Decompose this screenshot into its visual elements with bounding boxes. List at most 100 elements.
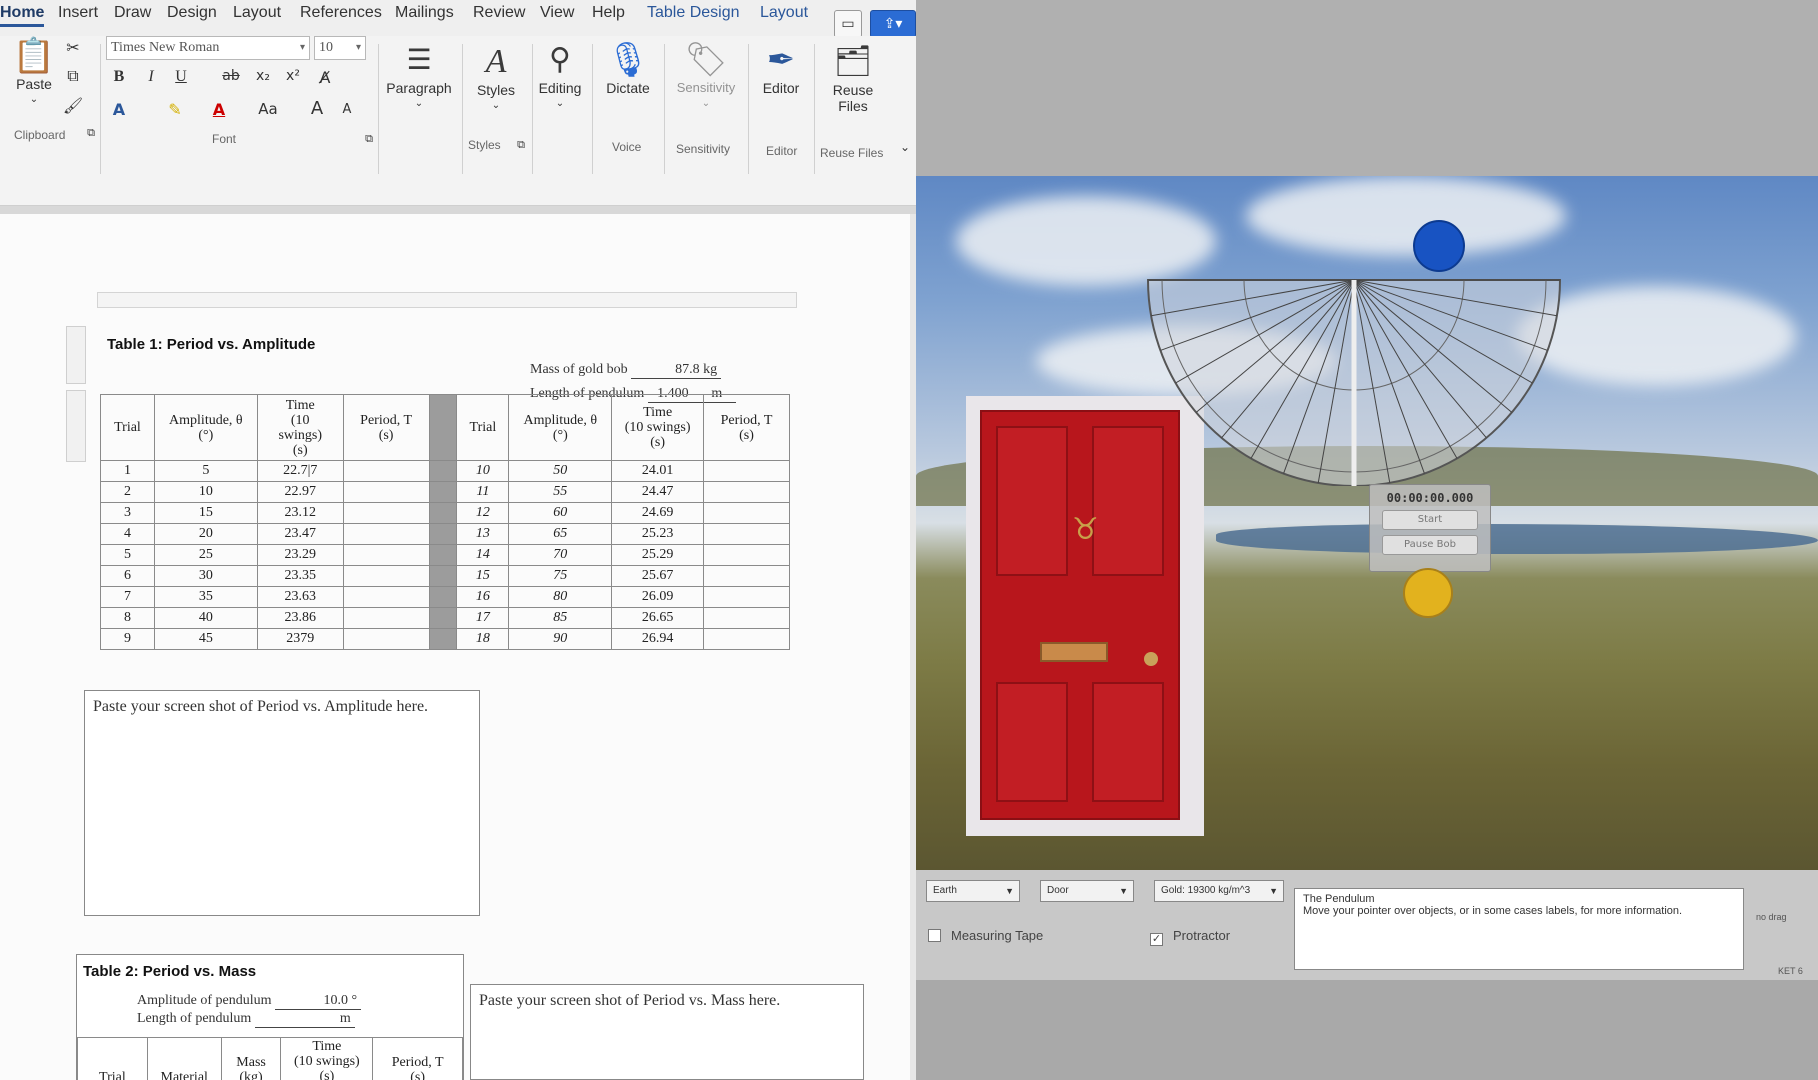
styles-button[interactable]: A Styles ⌄ — [468, 42, 524, 114]
tab-layout[interactable]: Layout — [233, 4, 281, 22]
share-icon[interactable]: ⇪▾ — [870, 10, 916, 38]
checkbox-icon[interactable] — [928, 929, 941, 942]
tab-design[interactable]: Design — [167, 4, 217, 22]
planet-select[interactable]: Earth ▼ — [926, 880, 1020, 902]
period-cell[interactable] — [342, 586, 430, 608]
paragraph-button[interactable]: ☰ Paragraph ⌄ — [384, 40, 454, 112]
font-name-combo[interactable]: Times New Roman ▾ — [106, 36, 310, 60]
time-cell[interactable]: 26.09 — [611, 586, 705, 608]
dictate-button[interactable]: 🎙 Dictate — [598, 40, 658, 96]
time-cell[interactable]: 24.69 — [611, 502, 705, 524]
highlighter-icon[interactable]: ✎ — [164, 100, 186, 119]
amplitude-cell[interactable]: 30 — [153, 565, 258, 587]
amplitude-cell[interactable]: 5 — [153, 460, 258, 482]
tab-mailings[interactable]: Mailings — [395, 4, 454, 22]
amplitude-cell[interactable]: 75 — [508, 565, 613, 587]
period-cell[interactable] — [342, 502, 430, 524]
pause-bob-button[interactable]: Pause Bob — [1382, 535, 1478, 555]
time-cell[interactable]: 25.29 — [611, 544, 705, 566]
underline-button[interactable]: U — [170, 68, 192, 86]
period-cell[interactable] — [342, 607, 430, 629]
amplitude-cell[interactable]: 60 — [508, 502, 613, 524]
pendulum-bob[interactable] — [1403, 568, 1453, 618]
time-cell[interactable]: 24.47 — [611, 481, 705, 503]
comments-icon[interactable]: ▭ — [834, 10, 862, 38]
bold-button[interactable]: B — [108, 68, 130, 86]
time-cell[interactable]: 23.29 — [256, 544, 344, 566]
dialog-launcher-icon[interactable]: ⧉ — [80, 126, 102, 140]
clear-formatting-icon[interactable]: A̸ — [314, 68, 336, 87]
table-row-handle[interactable] — [66, 326, 86, 384]
period-cell[interactable] — [342, 460, 430, 482]
amplitude-cell[interactable]: 70 — [508, 544, 613, 566]
amplitude-cell[interactable]: 55 — [508, 481, 613, 503]
period-cell[interactable] — [342, 481, 430, 503]
amplitude-cell[interactable]: 85 — [508, 607, 613, 629]
dialog-launcher-icon[interactable]: ⧉ — [358, 132, 380, 146]
sim-scene[interactable]: ♉ 00:00:00.000 Start Pause Bob — [916, 176, 1818, 870]
tab-table-layout[interactable]: Layout — [760, 4, 808, 22]
amplitude-cell[interactable]: 20 — [153, 523, 258, 545]
paste-box-mass[interactable]: Paste your screen shot of Period vs. Mas… — [470, 984, 864, 1080]
paste-button[interactable]: 📋 Paste ⌄ — [12, 36, 56, 108]
time-cell[interactable]: 23.86 — [256, 607, 344, 629]
period-cell[interactable] — [703, 523, 790, 545]
subscript-button[interactable]: x₂ — [252, 68, 274, 84]
time-cell[interactable]: 22.97 — [256, 481, 344, 503]
amplitude-cell[interactable]: 25 — [153, 544, 258, 566]
start-button[interactable]: Start — [1382, 510, 1478, 530]
italic-button[interactable]: I — [140, 68, 162, 86]
amplitude-cell[interactable]: 80 — [508, 586, 613, 608]
shrink-font-button[interactable]: A — [336, 102, 358, 117]
cut-icon[interactable]: ✂ — [62, 38, 84, 57]
period-cell[interactable] — [703, 628, 790, 650]
period-cell[interactable] — [342, 628, 430, 650]
stopwatch[interactable]: 00:00:00.000 Start Pause Bob — [1369, 484, 1491, 572]
font-color-icon[interactable]: A — [208, 100, 230, 119]
time-cell[interactable]: 24.01 — [611, 460, 705, 482]
copy-icon[interactable]: ⧉ — [62, 66, 84, 86]
material-select[interactable]: Gold: 19300 kg/m^3 ▼ — [1154, 880, 1284, 902]
editor-button[interactable]: ✒ Editor — [752, 40, 810, 96]
amplitude-cell[interactable]: 65 — [508, 523, 613, 545]
period-cell[interactable] — [703, 460, 790, 482]
period-cell[interactable] — [342, 544, 430, 566]
pendulum-pivot[interactable] — [1413, 220, 1465, 272]
table-row-handle[interactable] — [66, 390, 86, 462]
period-cell[interactable] — [703, 565, 790, 587]
paste-box-amplitude[interactable]: Paste your screen shot of Period vs. Amp… — [84, 690, 480, 916]
sensitivity-button[interactable]: 🏷 Sensitivity ⌄ — [668, 40, 744, 112]
time-cell[interactable]: 26.94 — [611, 628, 705, 650]
amplitude-cell[interactable]: 40 — [153, 607, 258, 629]
amplitude-cell[interactable]: 45 — [153, 628, 258, 650]
amplitude-cell[interactable]: 10 — [153, 481, 258, 503]
amplitude-cell[interactable]: 90 — [508, 628, 613, 650]
protractor-toggle[interactable]: ✓ Protractor — [1150, 928, 1230, 946]
time-cell[interactable]: 26.65 — [611, 607, 705, 629]
measuring-tape-toggle[interactable]: Measuring Tape — [928, 928, 1043, 943]
period-cell[interactable] — [342, 523, 430, 545]
document-page[interactable]: Table 1: Period vs. Amplitude Mass of go… — [0, 214, 910, 1080]
superscript-button[interactable]: x² — [282, 68, 304, 84]
chevron-down-icon[interactable]: ⌄ — [894, 140, 916, 154]
tab-home[interactable]: Home — [0, 4, 45, 27]
amplitude-cell[interactable]: 35 — [153, 586, 258, 608]
time-cell[interactable]: 23.47 — [256, 523, 344, 545]
reuse-files-button[interactable]: 🗂 Reuse Files — [818, 42, 888, 114]
checkbox-icon[interactable]: ✓ — [1150, 933, 1163, 946]
tab-draw[interactable]: Draw — [114, 4, 151, 22]
tab-review[interactable]: Review — [473, 4, 525, 22]
time-cell[interactable]: 23.63 — [256, 586, 344, 608]
time-cell[interactable]: 25.23 — [611, 523, 705, 545]
dialog-launcher-icon[interactable]: ⧉ — [510, 138, 532, 152]
time-cell[interactable]: 25.67 — [611, 565, 705, 587]
tab-view[interactable]: View — [540, 4, 574, 22]
period-cell[interactable] — [703, 502, 790, 524]
change-case-button[interactable]: Aa — [254, 100, 282, 118]
tab-insert[interactable]: Insert — [58, 4, 98, 22]
time-cell[interactable]: 23.35 — [256, 565, 344, 587]
time-cell[interactable]: 22.7|7 — [256, 460, 344, 482]
period-cell[interactable] — [342, 565, 430, 587]
period-cell[interactable] — [703, 481, 790, 503]
time-cell[interactable]: 23.12 — [256, 502, 344, 524]
